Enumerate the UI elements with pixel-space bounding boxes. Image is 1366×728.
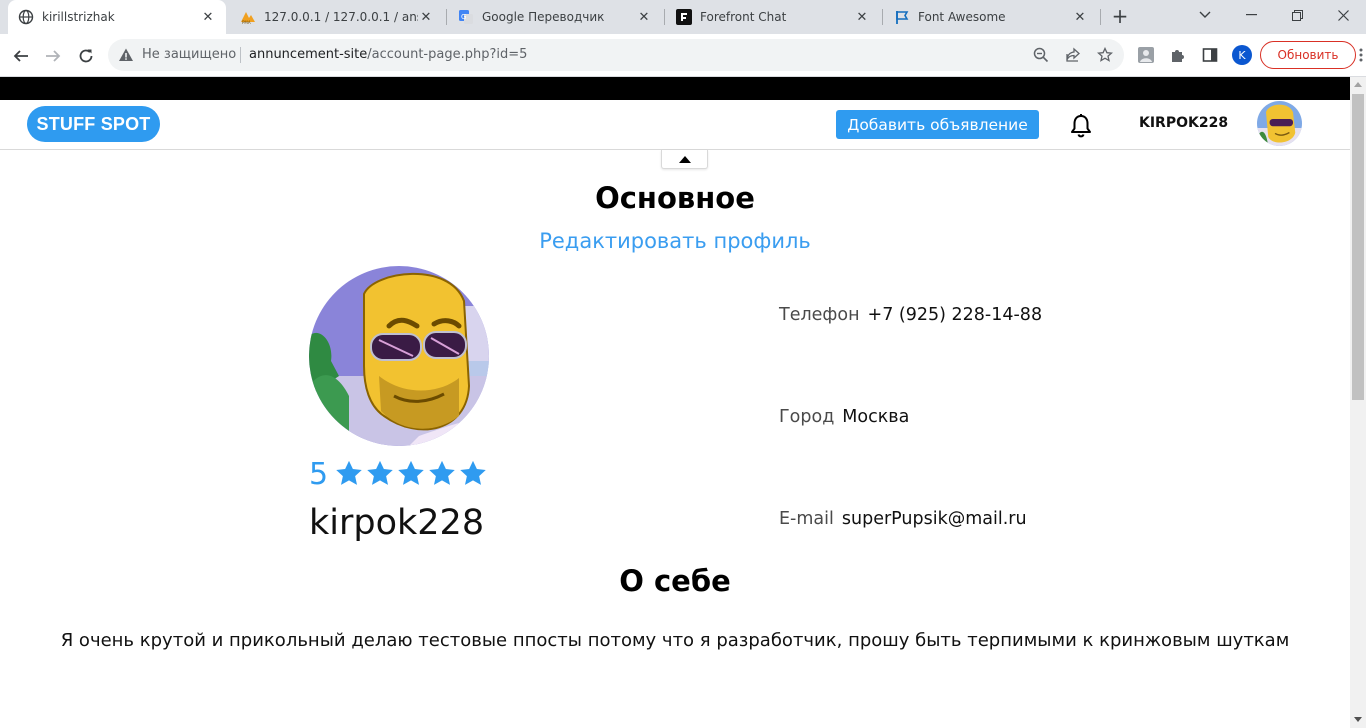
share-icon[interactable]	[1064, 46, 1082, 64]
tab-phpmyadmin[interactable]: PMA 127.0.0.1 / 127.0.0.1 / ans / p ✕	[230, 0, 444, 34]
close-window-icon[interactable]	[1320, 0, 1366, 30]
menu-dots-icon[interactable]	[1358, 47, 1364, 63]
tab-title: Forefront Chat	[700, 10, 787, 24]
browser-tab-bar: kirillstrizhak ✕ PMA 127.0.0.1 / 127.0.0…	[0, 0, 1366, 34]
new-tab-button[interactable]: +	[1108, 5, 1132, 29]
collapse-header-button[interactable]	[661, 150, 708, 169]
back-icon[interactable]	[8, 43, 34, 69]
header-username[interactable]: KIRPOK228	[1139, 115, 1228, 131]
close-tab-icon[interactable]: ✕	[200, 10, 216, 25]
tab-kirillstrizhak[interactable]: kirillstrizhak ✕	[8, 0, 226, 34]
forward-icon[interactable]	[40, 43, 66, 69]
globe-icon	[18, 9, 34, 25]
extension-avatar-icon[interactable]	[1136, 45, 1156, 65]
tab-title: Font Awesome	[918, 10, 1006, 24]
phone-value: +7 (925) 228-14-88	[867, 305, 1043, 325]
zoom-icon[interactable]	[1032, 46, 1050, 64]
page-viewport: STUFF SPOT Добавить объявление KIRPOK228…	[0, 77, 1350, 728]
user-rating: 5	[309, 456, 489, 492]
page-scrollbar[interactable]	[1350, 77, 1366, 728]
city-row: Город Москва	[779, 407, 909, 427]
edit-profile-link[interactable]: Редактировать профиль	[0, 229, 1350, 253]
profile-avatar[interactable]: K	[1232, 45, 1252, 65]
phone-row: Телефон +7 (925) 228-14-88	[779, 305, 1042, 325]
site-header: STUFF SPOT Добавить объявление KIRPOK228	[0, 100, 1350, 150]
reload-icon[interactable]	[73, 43, 99, 69]
star-icon	[429, 460, 455, 485]
forefront-icon	[676, 9, 692, 25]
city-label: Город	[779, 407, 835, 427]
close-tab-icon[interactable]: ✕	[418, 10, 434, 25]
bell-icon[interactable]	[1069, 113, 1093, 139]
tab-title: kirillstrizhak	[42, 10, 115, 24]
tab-search-icon[interactable]	[1182, 0, 1228, 30]
email-label: E-mail	[779, 509, 834, 529]
svg-text:G: G	[461, 13, 466, 21]
profile-avatar-large	[309, 266, 489, 446]
scrollbar-thumb[interactable]	[1352, 94, 1364, 400]
close-tab-icon[interactable]: ✕	[636, 10, 652, 25]
side-panel-icon[interactable]	[1200, 45, 1220, 65]
tab-google-translate[interactable]: G Google Переводчик ✕	[448, 0, 662, 34]
rating-value: 5	[309, 456, 329, 492]
address-bar[interactable]: Не защищено annuncement-site/account-pag…	[108, 39, 1124, 71]
restore-icon[interactable]	[1274, 0, 1320, 30]
tab-font-awesome[interactable]: Font Awesome ✕	[884, 0, 1098, 34]
url-text[interactable]: annuncement-site/account-page.php?id=5	[249, 47, 527, 62]
star-icon	[336, 460, 362, 485]
header-avatar[interactable]	[1257, 101, 1302, 146]
scroll-up-arrow[interactable]	[1354, 82, 1362, 87]
bookmark-star-icon[interactable]	[1096, 46, 1114, 64]
update-button[interactable]: Обновить	[1260, 41, 1356, 69]
url-path: /account-page.php?id=5	[367, 47, 528, 62]
extensions-puzzle-icon[interactable]	[1168, 45, 1188, 65]
scroll-down-arrow[interactable]	[1354, 717, 1362, 722]
tab-title: 127.0.0.1 / 127.0.0.1 / ans / p	[264, 10, 418, 24]
close-tab-icon[interactable]: ✕	[1072, 10, 1088, 25]
section-title-main: Основное	[595, 181, 755, 215]
security-label[interactable]: Не защищено	[142, 47, 236, 62]
site-logo[interactable]: STUFF SPOT	[27, 106, 160, 142]
star-icon	[460, 460, 486, 485]
browser-toolbar: Не защищено annuncement-site/account-pag…	[0, 34, 1366, 77]
close-tab-icon[interactable]: ✕	[854, 10, 870, 25]
google-translate-icon: G	[458, 9, 474, 25]
city-value: Москва	[842, 407, 910, 427]
tab-forefront-chat[interactable]: Forefront Chat ✕	[666, 0, 880, 34]
url-host: annuncement-site	[249, 47, 368, 62]
flag-icon	[894, 9, 910, 25]
svg-text:PMA: PMA	[242, 20, 251, 25]
minimize-icon[interactable]	[1228, 0, 1274, 30]
caret-up-icon	[678, 155, 691, 163]
tab-title: Google Переводчик	[482, 10, 605, 24]
add-listing-button[interactable]: Добавить объявление	[836, 110, 1039, 139]
top-strip	[0, 77, 1350, 100]
star-icon	[398, 460, 424, 485]
star-icon	[367, 460, 393, 485]
phpmyadmin-icon: PMA	[240, 9, 256, 25]
about-text: Я очень крутой и прикольный делаю тестов…	[60, 630, 1290, 651]
profile-login: kirpok228	[309, 503, 485, 543]
warning-icon[interactable]	[118, 47, 134, 67]
email-row: E-mail superPupsik@mail.ru	[779, 509, 1027, 529]
email-value: superPupsik@mail.ru	[841, 509, 1027, 529]
section-title-about: О себе	[619, 564, 731, 598]
phone-label: Телефон	[779, 305, 860, 325]
